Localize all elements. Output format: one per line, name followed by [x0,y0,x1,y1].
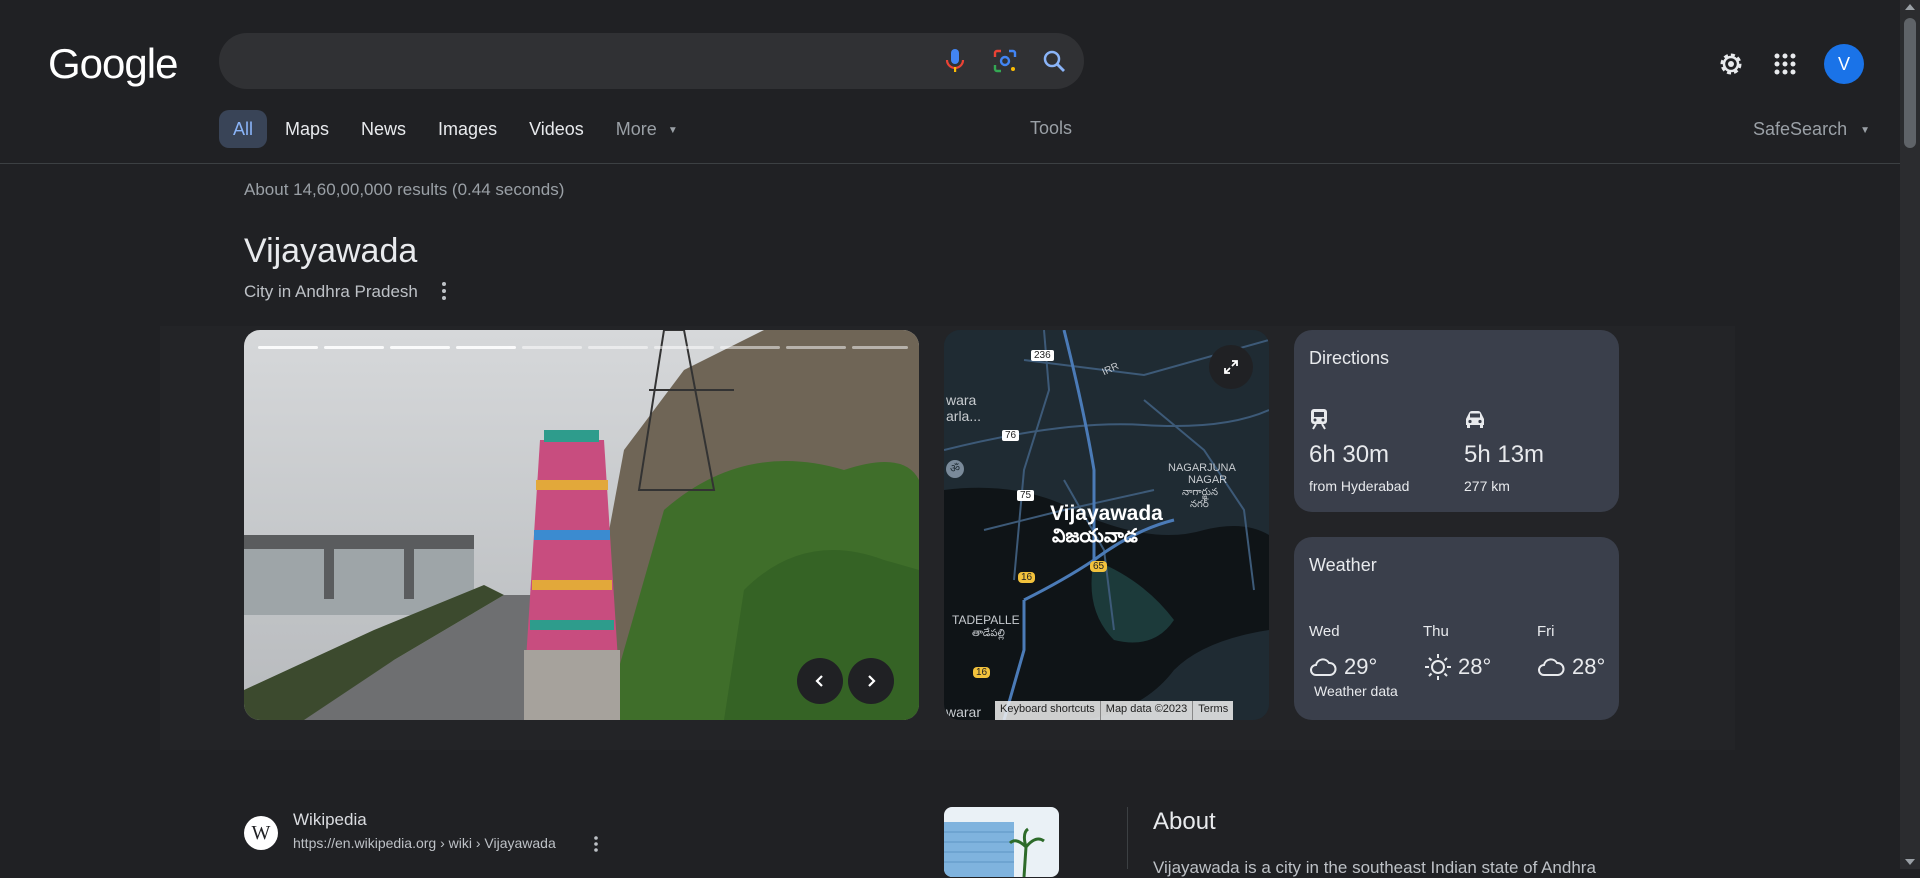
expand-icon [1224,360,1238,374]
chevron-right-icon [868,675,876,687]
search-icon[interactable] [1040,47,1068,75]
cloud-icon [1537,657,1565,682]
account-avatar[interactable]: V [1824,44,1864,84]
tab-news[interactable]: News [347,110,420,148]
about-title: About [1153,808,1216,835]
terms-link[interactable]: Terms [1193,701,1233,720]
temple-map-pin-icon: ॐ [946,460,964,478]
about-thumbnail-image[interactable] [944,807,1059,877]
map-city-label-te: విజయవాడ [1052,526,1138,547]
tab-more-label: More [615,119,657,139]
tools-button[interactable]: Tools [1030,118,1072,139]
keyboard-shortcuts-link[interactable]: Keyboard shortcuts [995,701,1101,720]
drive-time: 5h 13m [1464,441,1545,468]
result-site-name[interactable]: Wikipedia [293,810,367,830]
sun-icon [1423,652,1453,687]
map-road-label: 16 [1018,572,1036,583]
weather-day: Thu [1423,623,1449,640]
results-count: About 14,60,00,000 results (0.44 seconds… [244,180,565,199]
lens-icon[interactable] [991,47,1019,75]
scrollbar-thumb[interactable] [1904,18,1916,148]
weather-card[interactable]: Weather Wed Thu Fri 29° 28° 28° Weather … [1294,537,1619,720]
drive-distance: 277 km [1464,478,1510,494]
caret-down-icon: ▼ [667,125,678,136]
cloud-icon [1309,657,1337,682]
directions-card[interactable]: Directions 6h 30m from Hyderabad 5h 13m … [1294,330,1619,512]
tab-videos[interactable]: Videos [515,110,598,148]
result-url[interactable]: https://en.wikipedia.org › wiki › Vijaya… [293,835,556,851]
map-road-label: 65 [1090,561,1108,572]
scroll-up-arrow-icon[interactable] [1905,4,1915,10]
train-icon [1309,408,1329,435]
search-input[interactable] [239,33,923,91]
map-road-label: 16 [973,667,991,678]
weather-temp: 29° [1344,654,1378,679]
knowledge-panel-subtitle: City in Andhra Pradesh [244,282,418,301]
expand-map-button[interactable] [1209,345,1253,389]
map-road-label: 236 [1031,350,1054,361]
map-locality-label: TADEPALLE [952,613,1020,627]
weather-temp: 28° [1458,654,1492,679]
tab-maps[interactable]: Maps [271,110,343,148]
header-actions: V [1716,44,1864,84]
map-road-label: 76 [1002,430,1020,441]
map-partial-label: wara [946,392,977,408]
chevron-left-icon [815,675,823,687]
transit-time: 6h 30m [1309,441,1390,468]
header-divider [0,163,1900,164]
car-icon [1464,410,1486,433]
search-bar[interactable] [219,33,1084,91]
tab-all[interactable]: All [219,110,268,148]
weather-day: Fri [1537,623,1555,640]
wikipedia-logo-icon: W [244,816,278,850]
safesearch-label: SafeSearch [1753,119,1848,139]
map-data-credit: Map data ©2023 [1101,701,1194,720]
more-options-icon[interactable] [434,280,454,302]
directions-title: Directions [1309,348,1390,368]
apps-grid-icon[interactable] [1770,49,1800,79]
map-city-label: Vijayawada [1050,502,1163,525]
tab-images[interactable]: Images [424,110,511,148]
weather-day: Wed [1309,623,1340,640]
weather-data-link[interactable]: Weather data [1314,683,1398,699]
map-partial-label: arla... [946,408,982,424]
photo-carousel[interactable] [244,330,919,720]
safesearch-button[interactable]: SafeSearch ▼ [1753,119,1870,140]
map-locality-label: తాడేపల్లి [972,628,1005,639]
map-preview[interactable]: 236 IRR 76 75 65 16 16 wara arla... ॐ Vi… [944,330,1269,720]
google-logo[interactable]: Google [48,40,178,88]
scroll-down-arrow-icon[interactable] [1905,859,1915,865]
knowledge-panel-title: Vijayawada [244,232,418,270]
map-footer: Keyboard shortcuts Map data ©2023 Terms [995,701,1234,720]
more-options-icon[interactable] [588,834,604,854]
search-tabs: All Maps News Images Videos More ▼ [219,110,692,148]
transit-origin: from Hyderabad [1309,478,1410,494]
settings-gear-icon[interactable] [1716,49,1746,79]
map-locality-label: నగర్ [1190,499,1209,510]
weather-temp: 28° [1572,654,1606,679]
column-divider [1127,807,1128,869]
map-road-label: 75 [1017,490,1035,501]
carousel-prev-button[interactable] [797,658,843,704]
map-locality-label: NAGARJUNA [1168,462,1236,474]
carousel-next-button[interactable] [848,658,894,704]
map-partial-label: warar [946,704,982,720]
microphone-icon[interactable] [941,47,969,75]
tab-more[interactable]: More ▼ [602,110,692,148]
caret-down-icon: ▼ [1860,125,1870,136]
weather-title: Weather [1309,555,1377,575]
about-text: Vijayawada is a city in the southeast In… [1153,858,1596,877]
map-locality-label: NAGAR [1188,474,1228,486]
page-scrollbar[interactable] [1900,0,1920,869]
